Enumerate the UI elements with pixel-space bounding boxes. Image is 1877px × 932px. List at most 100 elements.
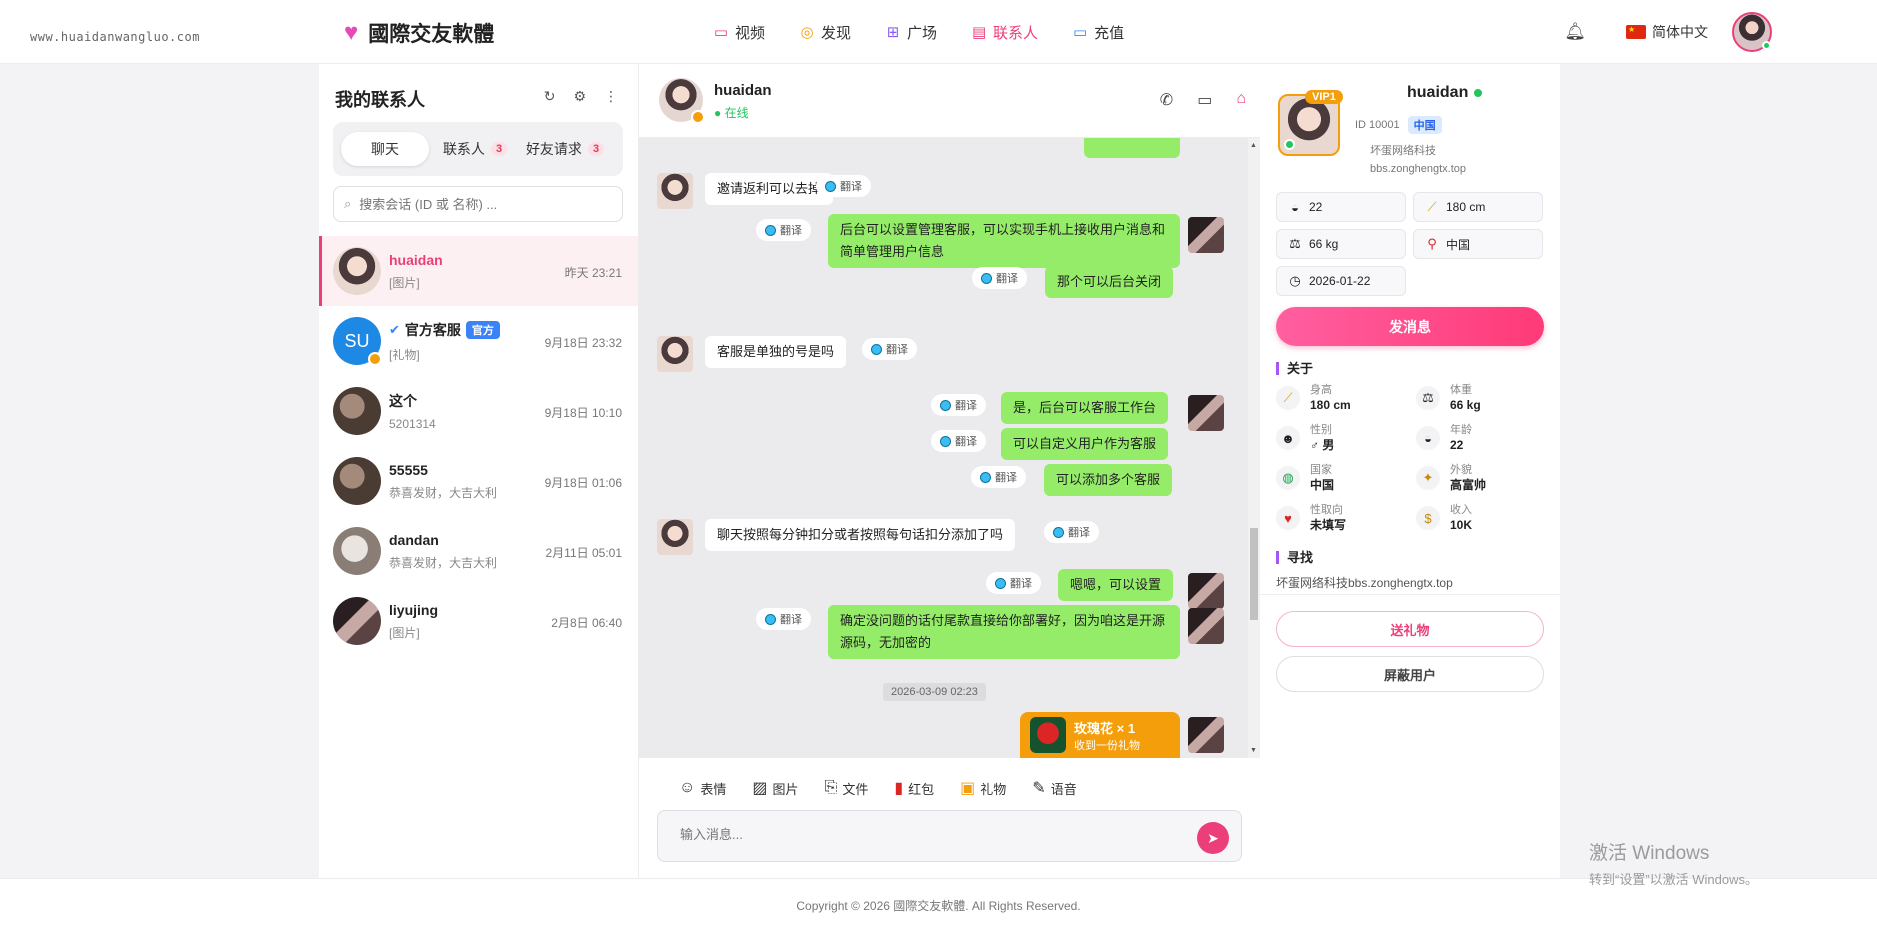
avatar [1188, 573, 1224, 609]
translate-button[interactable]: 翻译 [756, 608, 811, 630]
red-packet-button[interactable]: ▮ 红包 [894, 778, 934, 798]
translate-button[interactable]: 翻译 [986, 572, 1041, 594]
image-button[interactable]: ▨ 图片 [752, 778, 798, 798]
language-label: 简体中文 [1652, 24, 1708, 40]
nav-label: 联系人 [993, 24, 1039, 42]
tool-label: 文件 [842, 781, 869, 797]
scroll-thumb[interactable] [1250, 528, 1258, 620]
home-icon[interactable]: ⌂ [1236, 90, 1246, 110]
nav-item-contacts[interactable]: ▤ 联系人 [971, 20, 1038, 44]
chip-value: 66 kg [1309, 237, 1339, 251]
tool-label: 图片 [772, 781, 799, 797]
contacts-actions: ↻ ⚙ ⋮ [544, 88, 618, 105]
translate-label: 翻译 [780, 225, 802, 237]
message-bubble-partial [1084, 138, 1180, 158]
translate-button[interactable]: 翻译 [972, 267, 1027, 289]
brand-logo[interactable]: ♥ 國際交友軟體 [344, 18, 494, 48]
globe-icon [981, 272, 992, 284]
message-input[interactable] [680, 827, 1160, 842]
search-input[interactable] [359, 196, 600, 212]
nav-item-square[interactable]: ⊞ 广场 [885, 20, 937, 44]
tool-label: 表情 [700, 781, 727, 797]
about-grid: ⟋ 身高 180 cm ⚖ 体重 66 kg ☻ 性别 ♂ 男 ◒ 年龄 22 ◍ 国家 中国 ✦ 外… [1276, 382, 1546, 534]
profile-id: ID 10001 [1355, 119, 1400, 131]
phone-icon[interactable]: ✆ [1160, 90, 1173, 110]
last-time: 2月8日 06:40 [551, 616, 622, 630]
scroll-up-icon[interactable]: ▲ [1250, 142, 1257, 149]
conversation-item[interactable]: SU ✔ 官方客服 官方 [礼物] 9月18日 23:32 [319, 306, 638, 376]
tab-contacts[interactable]: 联系人 3 [437, 132, 513, 166]
about-value: 中国 [1310, 478, 1335, 492]
user-avatar[interactable] [1732, 12, 1772, 52]
card-icon: ▭ [1072, 24, 1088, 41]
conversation-item[interactable]: dandan 恭喜发财，大吉大利 2月11日 05:01 [319, 516, 638, 586]
copyright-text: Copyright © 2026 國際交友軟體. All Rights Rese… [796, 899, 1081, 913]
message-bubble-out: 是，后台可以客服工作台 [1001, 392, 1169, 424]
about-weight: ⚖ 体重 66 kg [1416, 382, 1546, 414]
send-button[interactable]: ➤ [1197, 822, 1229, 854]
message-scrollbar[interactable]: ▲ ▼ [1248, 138, 1260, 758]
translate-button[interactable]: 翻译 [816, 175, 871, 197]
translate-button[interactable]: 翻译 [931, 394, 986, 416]
refresh-icon[interactable]: ↻ [544, 88, 556, 105]
about-orientation: ♥ 性取向 未填写 [1276, 502, 1416, 534]
file-button[interactable]: ⎘ 文件 [825, 778, 869, 798]
about-value: 66 kg [1450, 398, 1481, 412]
nav-label: 广场 [907, 24, 938, 42]
translate-button[interactable]: 翻译 [1044, 521, 1099, 543]
message-composer: ➤ [657, 810, 1242, 862]
video-icon: ▭ [713, 24, 729, 41]
bell-icon[interactable]: 🔔︎ [1564, 22, 1586, 42]
chip-value: 180 cm [1446, 200, 1486, 214]
about-looks: ✦ 外貌 高富帅 [1416, 462, 1546, 494]
gift-button[interactable]: ▣ 礼物 [960, 778, 1006, 798]
tab-chat[interactable]: 聊天 [341, 132, 429, 166]
video-call-icon[interactable]: ▭ [1197, 90, 1212, 110]
nav-item-discover[interactable]: ◎ 发现 [799, 20, 851, 44]
translate-label: 翻译 [955, 436, 977, 448]
last-time: 昨天 23:21 [564, 266, 622, 280]
about-label: 性取向 [1310, 504, 1343, 516]
chat-avatar[interactable] [659, 78, 705, 124]
conversation-item[interactable]: 55555 恭喜发财，大吉大利 9月18日 01:06 [319, 446, 638, 516]
translate-label: 翻译 [996, 273, 1018, 285]
globe-icon [940, 399, 951, 411]
tab-friend-requests[interactable]: 好友请求 3 [517, 132, 613, 166]
translate-button[interactable]: 翻译 [862, 338, 917, 360]
nav-item-recharge[interactable]: ▭ 充值 [1072, 20, 1124, 44]
avatar [657, 336, 693, 372]
about-age: ◒ 年龄 22 [1416, 422, 1546, 454]
gift-message[interactable]: 玫瑰花 × 1 收到一份礼物 [1020, 712, 1180, 758]
send-message-button[interactable]: 发消息 [1276, 307, 1544, 346]
about-value: 10K [1450, 518, 1473, 532]
conversation-item[interactable]: 这个 5201314 9月18日 10:10 [319, 376, 638, 446]
last-time: 2月11日 05:01 [545, 546, 623, 560]
about-value: 22 [1450, 438, 1464, 452]
emoji-button[interactable]: ☺ 表情 [679, 778, 726, 798]
ruler-icon: ⟋ [1276, 386, 1300, 410]
send-gift-button[interactable]: 送礼物 [1276, 611, 1544, 647]
conversation-item[interactable]: liyujing [图片] 2月8日 06:40 [319, 586, 638, 656]
image-icon: ▨ [752, 780, 768, 797]
online-status: ● 在线 [714, 106, 749, 120]
profile-chips: ◒ 22 ⟋ 180 cm ⚖ 66 kg ⚲ 中国 ◷ 2026-01-22 [1276, 192, 1546, 296]
chat-user-name: huaidan [714, 82, 772, 99]
ruler-icon: ⟋ [1427, 199, 1437, 214]
scroll-down-icon[interactable]: ▼ [1250, 747, 1257, 754]
nav-item-video[interactable]: ▭ 视频 [713, 20, 765, 44]
globe-icon [871, 343, 882, 355]
settings-icon[interactable]: ⚙ [573, 88, 586, 105]
translate-button[interactable]: 翻译 [971, 466, 1026, 488]
more-icon[interactable]: ⋮ [604, 88, 618, 105]
activation-subtitle: 转到“设置”以激活 Windows。 [1589, 872, 1759, 887]
voice-button[interactable]: ✎ 语音 [1032, 778, 1076, 798]
gift-subtitle: 收到一份礼物 [1074, 739, 1140, 752]
conversation-item[interactable]: huaidan [图片] 昨天 23:21 [319, 236, 638, 306]
chip-country: ⚲ 中国 [1413, 229, 1543, 259]
block-user-button[interactable]: 屏蔽用户 [1276, 656, 1544, 692]
translate-button[interactable]: 翻译 [931, 430, 986, 452]
translate-button[interactable]: 翻译 [756, 219, 811, 241]
language-switcher[interactable]: 简体中文 [1626, 22, 1708, 42]
tab-label: 聊天 [371, 141, 399, 157]
chip-height: ⟋ 180 cm [1413, 192, 1543, 222]
